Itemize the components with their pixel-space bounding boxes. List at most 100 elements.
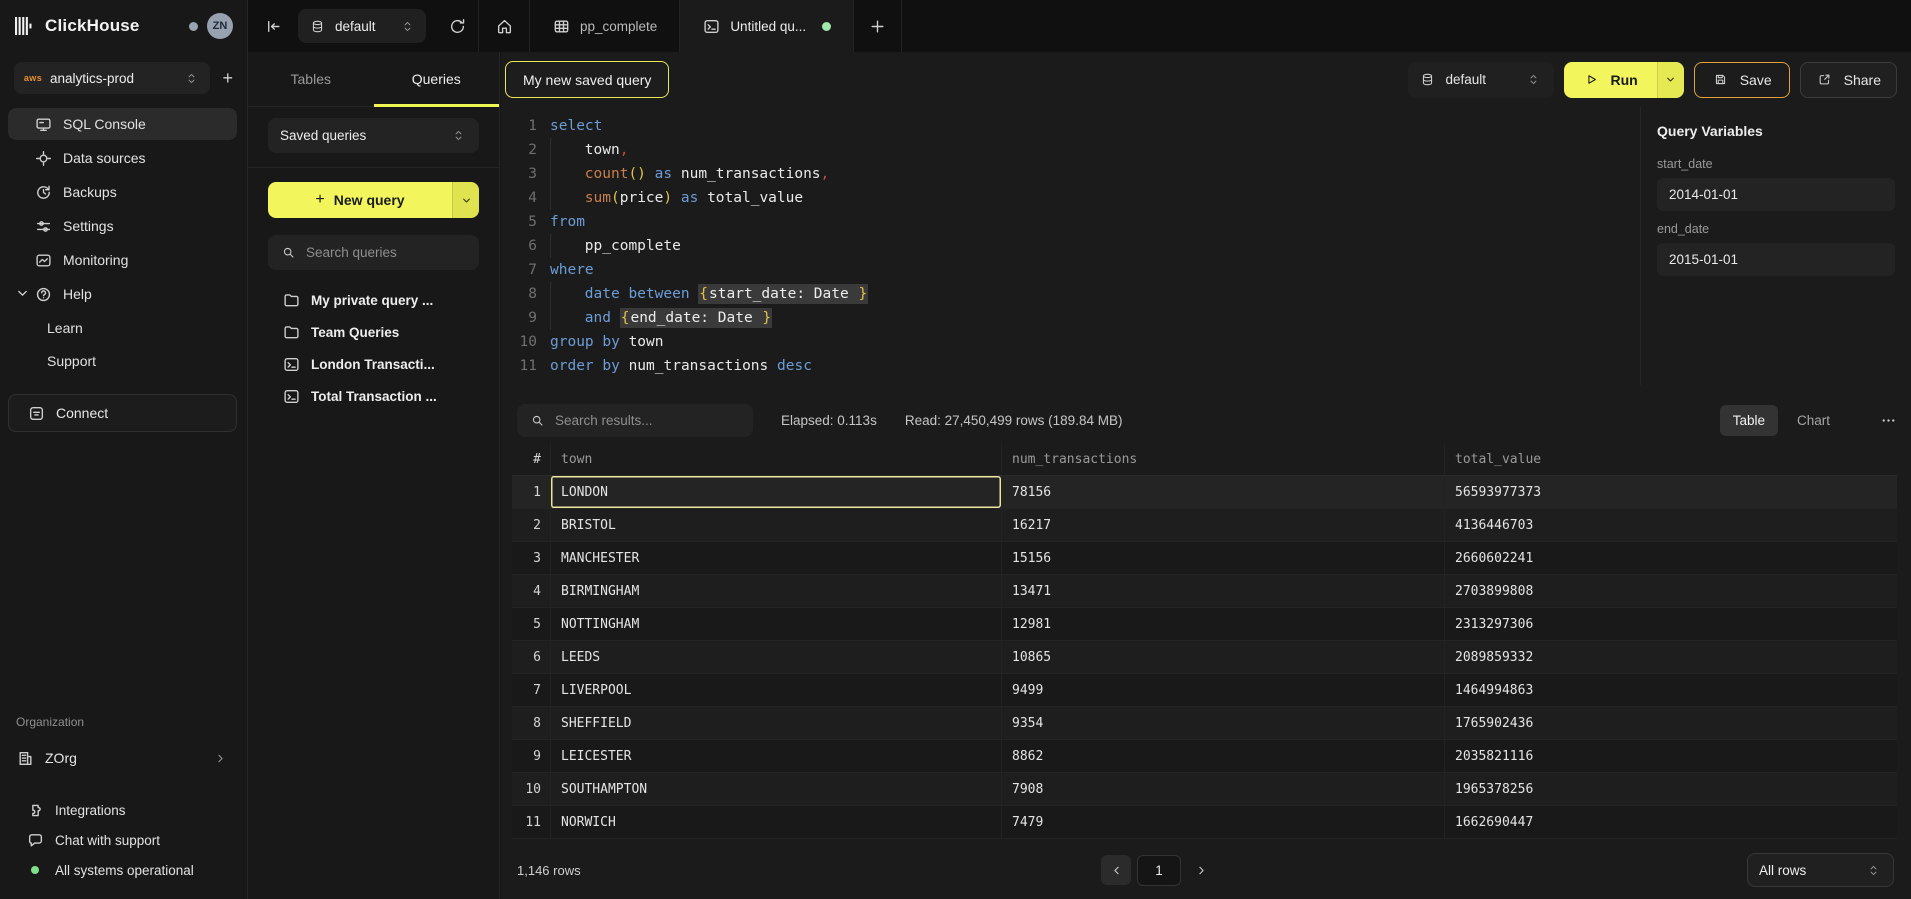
table-cell[interactable]: 7908 bbox=[1001, 773, 1444, 805]
share-button[interactable]: Share bbox=[1800, 62, 1897, 98]
home-button[interactable] bbox=[479, 0, 529, 52]
chevron-left-icon bbox=[1107, 861, 1125, 879]
table-cell[interactable]: 2660602241 bbox=[1444, 542, 1897, 574]
table-cell[interactable]: 2313297306 bbox=[1444, 608, 1897, 640]
service-selector[interactable]: aws analytics-prod bbox=[14, 62, 210, 94]
editor-database-selector[interactable]: default bbox=[1408, 62, 1554, 98]
table-cell[interactable]: BIRMINGHAM bbox=[550, 575, 1001, 607]
sidebar-item-sql-console[interactable]: SQL Console bbox=[8, 108, 237, 140]
column-header-town[interactable]: town bbox=[550, 443, 1001, 475]
row-index-cell[interactable]: 5 bbox=[512, 608, 550, 640]
row-index-cell[interactable]: 3 bbox=[512, 542, 550, 574]
results-menu-button[interactable] bbox=[1879, 411, 1897, 429]
table-cell[interactable]: NOTTINGHAM bbox=[550, 608, 1001, 640]
table-cell[interactable]: 4136446703 bbox=[1444, 509, 1897, 541]
new-query-menu-button[interactable] bbox=[452, 182, 479, 218]
column-header-total-value[interactable]: total_value bbox=[1444, 443, 1897, 475]
saved-query-team-queries[interactable]: Team Queries bbox=[248, 316, 499, 348]
save-button[interactable]: Save bbox=[1694, 62, 1790, 98]
table-cell[interactable]: 1965378256 bbox=[1444, 773, 1897, 805]
sidebar-item-monitoring[interactable]: Monitoring bbox=[8, 244, 237, 276]
sidebar-item-backups[interactable]: Backups bbox=[8, 176, 237, 208]
table-cell[interactable]: 2035821116 bbox=[1444, 740, 1897, 772]
row-index-cell[interactable]: 9 bbox=[512, 740, 550, 772]
run-button[interactable]: Run bbox=[1564, 62, 1657, 98]
table-cell[interactable]: 1464994863 bbox=[1444, 674, 1897, 706]
results-search-input[interactable] bbox=[555, 413, 742, 428]
sidebar-item-data-sources[interactable]: Data sources bbox=[8, 142, 237, 174]
table-cell[interactable]: LEEDS bbox=[550, 641, 1001, 673]
variable-input-start-date[interactable] bbox=[1657, 178, 1895, 211]
table-cell[interactable]: LONDON bbox=[550, 476, 1001, 508]
table-cell[interactable]: NORWICH bbox=[550, 806, 1001, 838]
sidebar-item-help[interactable]: Help bbox=[8, 278, 237, 310]
sidebar-footer-chat-with-support[interactable]: Chat with support bbox=[0, 825, 247, 855]
active-query-tab[interactable]: My new saved query bbox=[505, 61, 669, 98]
table-cell[interactable]: 13471 bbox=[1001, 575, 1444, 607]
add-service-button[interactable]: + bbox=[222, 69, 233, 87]
new-query-button[interactable]: + New query bbox=[268, 182, 452, 218]
connect-button[interactable]: Connect bbox=[8, 394, 237, 432]
database-selector[interactable]: default bbox=[298, 9, 426, 43]
table-cell[interactable]: LIVERPOOL bbox=[550, 674, 1001, 706]
browser-tab-tables[interactable]: Tables bbox=[248, 52, 374, 106]
run-options-button[interactable] bbox=[1657, 62, 1684, 98]
table-cell[interactable]: 15156 bbox=[1001, 542, 1444, 574]
table-cell[interactable]: 9499 bbox=[1001, 674, 1444, 706]
table-cell[interactable]: 12981 bbox=[1001, 608, 1444, 640]
sidebar-footer-all-systems-operational[interactable]: All systems operational bbox=[0, 855, 247, 885]
table-cell[interactable]: 9354 bbox=[1001, 707, 1444, 739]
table-cell[interactable]: 8862 bbox=[1001, 740, 1444, 772]
saved-queries-filter[interactable]: Saved queries bbox=[268, 118, 479, 153]
row-index-cell[interactable]: 2 bbox=[512, 509, 550, 541]
table-cell[interactable]: MANCHESTER bbox=[550, 542, 1001, 574]
organization-switcher[interactable]: ZOrg bbox=[8, 741, 237, 775]
saved-query-london-transacti[interactable]: London Transacti... bbox=[248, 348, 499, 380]
row-index-cell[interactable]: 6 bbox=[512, 641, 550, 673]
row-index-cell[interactable]: 1 bbox=[512, 476, 550, 508]
workspace-tab-untitled-qu[interactable]: Untitled qu... bbox=[680, 0, 854, 52]
table-cell[interactable]: 78156 bbox=[1001, 476, 1444, 508]
table-cell[interactable]: 1765902436 bbox=[1444, 707, 1897, 739]
collapse-sidebar-button[interactable] bbox=[248, 0, 298, 52]
table-cell[interactable]: 1662690447 bbox=[1444, 806, 1897, 838]
sidebar-footer-integrations[interactable]: Integrations bbox=[0, 795, 247, 825]
saved-query-my-private-query[interactable]: My private query ... bbox=[248, 284, 499, 316]
variable-input-end-date[interactable] bbox=[1657, 243, 1895, 276]
page-size-selector[interactable]: All rows bbox=[1747, 853, 1894, 887]
table-cell[interactable]: SOUTHAMPTON bbox=[550, 773, 1001, 805]
table-cell[interactable]: 56593977373 bbox=[1444, 476, 1897, 508]
table-cell[interactable]: 2089859332 bbox=[1444, 641, 1897, 673]
workspace-tab-pp-complete[interactable]: pp_complete bbox=[530, 0, 680, 52]
page-number-input[interactable]: 1 bbox=[1137, 855, 1181, 886]
new-tab-button[interactable] bbox=[854, 0, 902, 52]
view-button-table[interactable]: Table bbox=[1720, 405, 1778, 436]
query-search-input[interactable] bbox=[306, 245, 468, 260]
row-index-cell[interactable]: 7 bbox=[512, 674, 550, 706]
browser-tab-queries[interactable]: Queries bbox=[374, 52, 500, 106]
saved-query-total-transaction[interactable]: Total Transaction ... bbox=[248, 380, 499, 412]
row-index-cell[interactable]: 11 bbox=[512, 806, 550, 838]
row-index-cell[interactable]: 4 bbox=[512, 575, 550, 607]
column-header-index[interactable]: # bbox=[512, 443, 550, 475]
sidebar-subitem-support[interactable]: Support bbox=[0, 345, 247, 376]
notification-dot-icon[interactable] bbox=[189, 22, 198, 31]
sidebar-subitem-learn[interactable]: Learn bbox=[0, 312, 247, 343]
next-page-button[interactable] bbox=[1187, 861, 1215, 879]
user-avatar[interactable]: ZN bbox=[207, 13, 233, 39]
row-index-cell[interactable]: 8 bbox=[512, 707, 550, 739]
refresh-button[interactable] bbox=[436, 0, 478, 52]
table-cell[interactable]: BRISTOL bbox=[550, 509, 1001, 541]
column-header-num-transactions[interactable]: num_transactions bbox=[1001, 443, 1444, 475]
table-cell[interactable]: 7479 bbox=[1001, 806, 1444, 838]
row-index-cell[interactable]: 10 bbox=[512, 773, 550, 805]
table-cell[interactable]: LEICESTER bbox=[550, 740, 1001, 772]
table-cell[interactable]: 10865 bbox=[1001, 641, 1444, 673]
view-button-chart[interactable]: Chart bbox=[1784, 405, 1843, 436]
sidebar-item-settings[interactable]: Settings bbox=[8, 210, 237, 242]
sql-editor[interactable]: 1234567891011 select town, count() as nu… bbox=[501, 107, 1640, 385]
table-cell[interactable]: 2703899808 bbox=[1444, 575, 1897, 607]
prev-page-button[interactable] bbox=[1101, 855, 1131, 885]
table-cell[interactable]: 16217 bbox=[1001, 509, 1444, 541]
table-cell[interactable]: SHEFFIELD bbox=[550, 707, 1001, 739]
